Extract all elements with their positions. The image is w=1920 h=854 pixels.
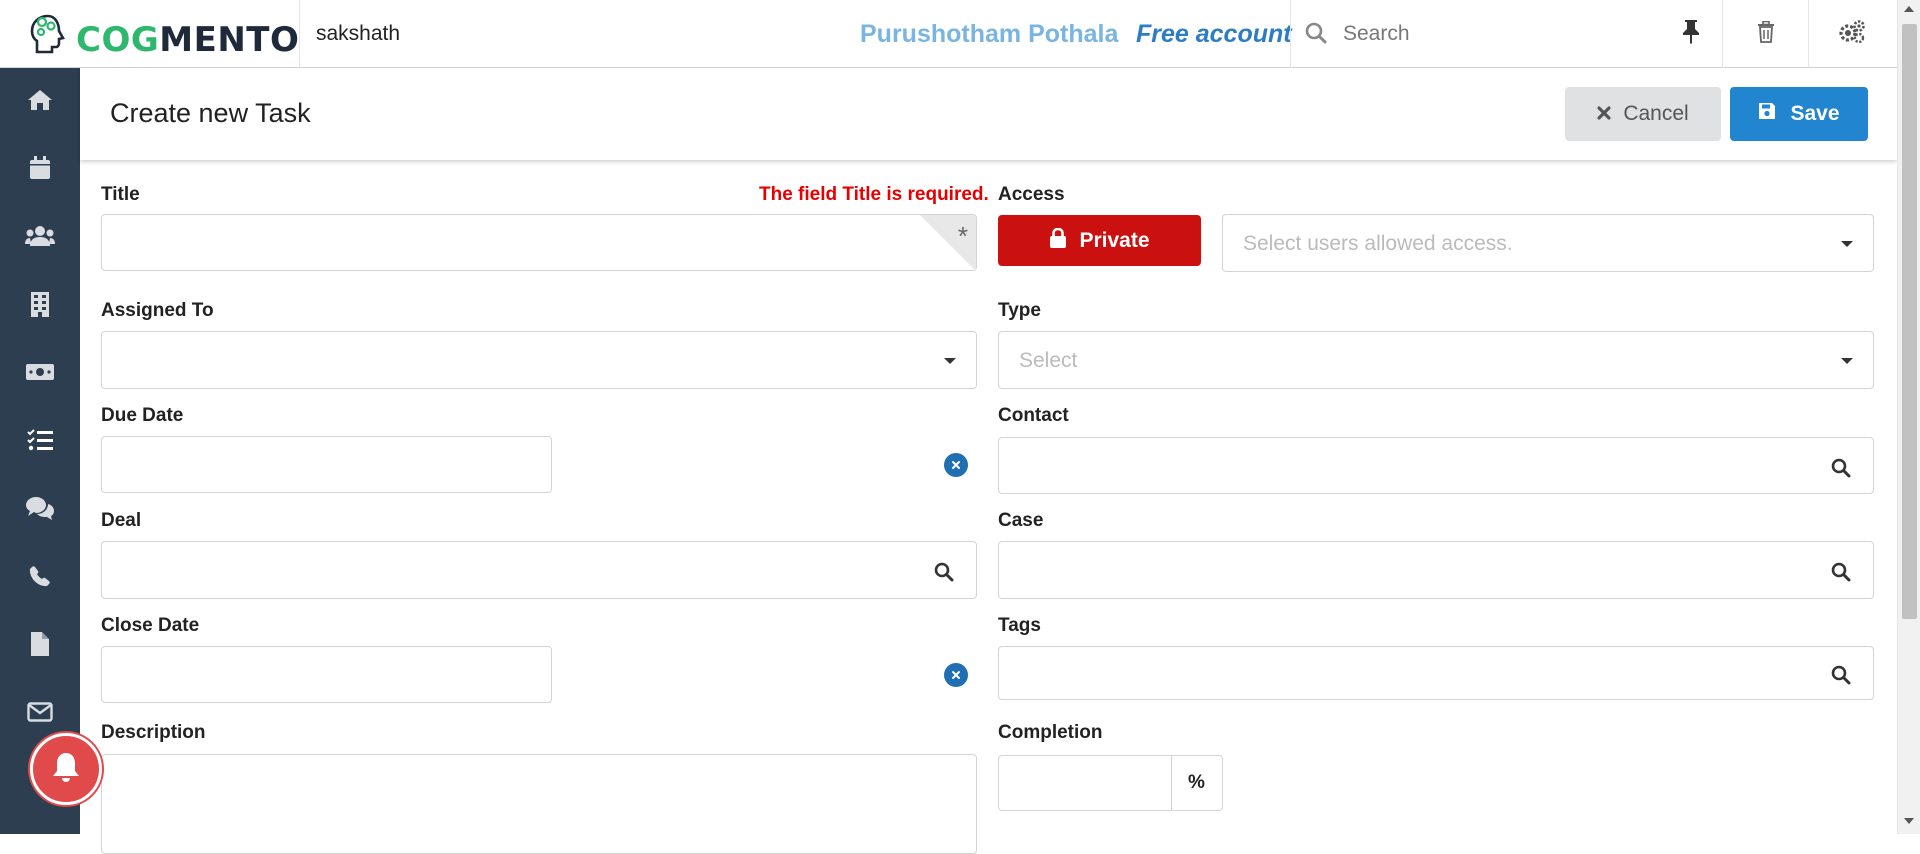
assigned-to-select[interactable] xyxy=(101,331,977,389)
tags-search-input[interactable] xyxy=(998,646,1874,700)
scrollbar-thumb[interactable] xyxy=(1902,24,1917,619)
save-button[interactable]: Save xyxy=(1730,87,1868,141)
deal-label: Deal xyxy=(101,510,142,531)
logo-prefix: COG xyxy=(76,20,160,60)
private-access-button[interactable]: Private xyxy=(998,215,1201,266)
percent-addon: % xyxy=(1171,755,1223,811)
access-label: Access xyxy=(998,184,1065,205)
completion-label: Completion xyxy=(998,722,1103,743)
assigned-to-label: Assigned To xyxy=(101,300,214,321)
due-date-label: Due Date xyxy=(101,405,184,426)
calendar-icon xyxy=(29,155,51,185)
contacts-icon xyxy=(25,225,55,252)
sidebar-item-companies[interactable] xyxy=(0,272,80,340)
companies-icon xyxy=(30,291,50,322)
search-icon[interactable] xyxy=(1831,458,1851,483)
logo-suffix: MENTO xyxy=(159,20,300,60)
contact-search-input[interactable] xyxy=(998,437,1874,494)
sidebar-item-calls[interactable] xyxy=(0,544,80,612)
trash-icon xyxy=(1757,20,1775,48)
title-input[interactable]: * xyxy=(101,214,977,271)
scroll-up-arrow-icon[interactable] xyxy=(1904,6,1914,12)
search-icon[interactable] xyxy=(934,562,954,587)
clear-due-date-icon[interactable] xyxy=(944,453,968,477)
account-name: sakshath xyxy=(316,22,401,45)
access-users-select[interactable]: Select users allowed access. xyxy=(1222,214,1874,272)
page-scrollbar[interactable] xyxy=(1897,0,1920,834)
document-icon xyxy=(30,631,50,662)
email-icon xyxy=(27,701,53,727)
type-select[interactable]: Select xyxy=(998,331,1874,389)
trash-button[interactable] xyxy=(1722,0,1808,68)
search-input[interactable] xyxy=(1343,18,1643,50)
brain-head-logo-icon xyxy=(28,12,74,61)
title-error-message: The field Title is required. xyxy=(759,184,989,205)
access-users-placeholder: Select users allowed access. xyxy=(1243,232,1513,255)
completion-input[interactable] xyxy=(998,755,1172,811)
contact-label: Contact xyxy=(998,405,1069,426)
clear-close-date-icon[interactable] xyxy=(944,663,968,687)
top-bar: COGMENTO sakshath Purushotham Pothala Fr… xyxy=(0,0,1897,68)
save-icon xyxy=(1758,102,1776,126)
title-label: Title xyxy=(101,184,140,205)
type-label: Type xyxy=(998,300,1041,321)
cancel-label: Cancel xyxy=(1623,102,1689,125)
phone-icon xyxy=(29,565,51,592)
close-icon xyxy=(1597,102,1611,126)
settings-button[interactable] xyxy=(1808,0,1894,68)
sidebar-item-deals[interactable] xyxy=(0,340,80,408)
sidebar-item-cases[interactable] xyxy=(0,476,80,544)
logo-wordmark: COGMENTO xyxy=(76,20,299,60)
required-asterisk-icon: * xyxy=(957,221,968,251)
save-label: Save xyxy=(1790,102,1840,125)
type-placeholder: Select xyxy=(1019,349,1078,372)
search-box[interactable] xyxy=(1290,0,1722,68)
sidebar-item-contacts[interactable] xyxy=(0,204,80,272)
search-icon[interactable] xyxy=(1831,562,1851,587)
deal-search-input[interactable] xyxy=(101,541,977,599)
user-name[interactable]: Purushotham Pothala xyxy=(860,20,1118,49)
tags-label: Tags xyxy=(998,615,1041,636)
logo[interactable]: COGMENTO xyxy=(0,0,300,68)
case-search-input[interactable] xyxy=(998,541,1874,599)
page-header: Create new Task Cancel Save xyxy=(80,68,1897,160)
pin-icon[interactable] xyxy=(1680,18,1702,49)
sidebar-item-calendar[interactable] xyxy=(0,136,80,204)
search-icon[interactable] xyxy=(1831,665,1851,690)
sidebar xyxy=(0,68,80,834)
description-label: Description xyxy=(101,722,206,743)
chevron-down-icon xyxy=(1841,241,1853,247)
account-type[interactable]: Free account xyxy=(1136,20,1292,49)
bell-icon xyxy=(51,751,81,788)
notification-bell-button[interactable] xyxy=(30,733,102,805)
settings-gears-icon xyxy=(1838,19,1866,49)
case-label: Case xyxy=(998,510,1044,531)
deals-icon xyxy=(25,363,55,386)
tasks-icon xyxy=(27,428,53,456)
sidebar-item-documents[interactable] xyxy=(0,612,80,680)
cancel-button[interactable]: Cancel xyxy=(1565,87,1721,141)
close-date-input[interactable] xyxy=(101,646,552,703)
page-title: Create new Task xyxy=(110,98,311,128)
due-date-input[interactable] xyxy=(101,436,552,493)
home-icon xyxy=(27,88,53,117)
close-date-label: Close Date xyxy=(101,615,200,636)
private-label: Private xyxy=(1079,228,1150,252)
scroll-down-arrow-icon[interactable] xyxy=(1904,818,1914,824)
description-textarea[interactable] xyxy=(101,754,977,854)
chevron-down-icon xyxy=(1841,358,1853,364)
sidebar-item-tasks[interactable] xyxy=(0,408,80,476)
sidebar-item-home[interactable] xyxy=(0,68,80,136)
lock-icon xyxy=(1049,227,1067,254)
search-icon xyxy=(1305,22,1327,49)
cases-icon xyxy=(25,496,55,525)
chevron-down-icon xyxy=(944,358,956,364)
